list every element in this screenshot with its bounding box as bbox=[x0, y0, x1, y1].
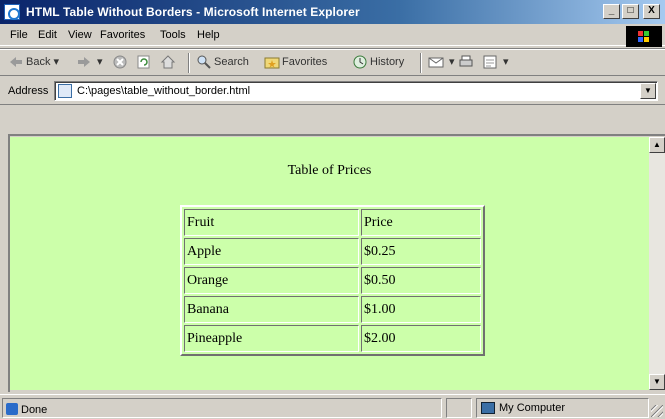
table-cell-fruit: Apple bbox=[184, 238, 359, 265]
page-viewport: Table of Prices Fruit Price Apple $0.25 … bbox=[10, 137, 649, 390]
ie-status-icon bbox=[6, 403, 18, 415]
table-cell-fruit: Banana bbox=[184, 296, 359, 323]
zone-text: My Computer bbox=[499, 402, 566, 414]
status-message-pane: Done bbox=[2, 398, 442, 418]
status-bar: Done My Computer bbox=[0, 394, 665, 419]
edit-icon bbox=[483, 55, 497, 69]
refresh-button[interactable] bbox=[136, 54, 154, 72]
table-header-cell: Fruit bbox=[184, 209, 359, 236]
close-button[interactable]: X bbox=[643, 4, 660, 19]
address-label: Address bbox=[8, 85, 49, 97]
back-label: Back bbox=[26, 55, 51, 68]
address-input[interactable]: C:\pages\table_without_border.html ▼ bbox=[54, 81, 658, 101]
mail-button[interactable]: ▾ bbox=[428, 54, 455, 72]
search-button[interactable]: Search bbox=[196, 54, 249, 72]
address-dropdown-button[interactable]: ▼ bbox=[640, 83, 656, 99]
menu-favorites[interactable]: Favorites bbox=[100, 29, 145, 41]
search-label: Search bbox=[214, 55, 249, 68]
print-button[interactable] bbox=[458, 54, 476, 72]
table-row: Apple $0.25 bbox=[184, 238, 481, 265]
favorites-label: Favorites bbox=[282, 55, 328, 68]
print-icon bbox=[459, 55, 473, 67]
toolbar-separator bbox=[420, 53, 422, 73]
vertical-scrollbar[interactable]: ▲ ▼ bbox=[649, 137, 665, 390]
page-caption: Table of Prices bbox=[287, 163, 372, 178]
ie-icon bbox=[4, 4, 20, 20]
browser-window: HTML Table Without Borders - Microsoft I… bbox=[0, 0, 665, 419]
mail-icon bbox=[428, 57, 444, 68]
home-button[interactable] bbox=[160, 54, 178, 72]
menu-file[interactable]: File bbox=[10, 29, 28, 41]
table-cell-price: $1.00 bbox=[361, 296, 481, 323]
table-row: Orange $0.50 bbox=[184, 267, 481, 294]
back-arrow-icon bbox=[10, 57, 22, 67]
edit-button[interactable]: ▾ bbox=[482, 54, 509, 72]
status-pane-empty bbox=[446, 398, 472, 418]
menu-bar: File Edit View Favorites Tools Help bbox=[0, 26, 665, 46]
window-title: HTML Table Without Borders - Microsoft I… bbox=[26, 5, 360, 19]
table-cell-price: $2.00 bbox=[361, 325, 481, 352]
menu-edit[interactable]: Edit bbox=[38, 29, 57, 41]
search-icon bbox=[197, 55, 211, 69]
favorites-folder-icon bbox=[264, 57, 280, 69]
favorites-button[interactable]: Favorites bbox=[264, 54, 327, 72]
title-bar[interactable]: HTML Table Without Borders - Microsoft I… bbox=[0, 0, 665, 24]
address-bar: Address C:\pages\table_without_border.ht… bbox=[0, 77, 665, 105]
history-button[interactable]: History bbox=[352, 54, 404, 72]
standard-toolbar: Back ▾ ▾ Search Favorites History ▾ ▾ bbox=[0, 48, 665, 76]
table-header-row: Fruit Price bbox=[184, 209, 481, 236]
table-row: Pineapple $2.00 bbox=[184, 325, 481, 352]
forward-button[interactable]: ▾ bbox=[76, 54, 103, 72]
menu-view[interactable]: View bbox=[68, 29, 92, 41]
table-row: Banana $1.00 bbox=[184, 296, 481, 323]
scroll-up-button[interactable]: ▲ bbox=[649, 137, 665, 153]
status-text: Done bbox=[21, 404, 48, 416]
back-button[interactable]: Back ▾ bbox=[8, 54, 59, 72]
price-table: Fruit Price Apple $0.25 Orange $0.50 Ban… bbox=[180, 205, 485, 356]
history-label: History bbox=[370, 55, 405, 68]
scroll-down-button[interactable]: ▼ bbox=[649, 374, 665, 390]
minimize-button[interactable]: _ bbox=[603, 4, 620, 19]
table-cell-price: $0.50 bbox=[361, 267, 481, 294]
menu-help[interactable]: Help bbox=[197, 29, 220, 41]
refresh-icon bbox=[137, 55, 150, 69]
my-computer-icon bbox=[481, 402, 495, 414]
history-icon bbox=[353, 55, 367, 69]
windows-logo-icon bbox=[626, 26, 662, 47]
zone-pane: My Computer bbox=[476, 398, 649, 418]
stop-button[interactable] bbox=[112, 54, 130, 72]
toolbar-separator bbox=[188, 53, 190, 73]
table-cell-fruit: Pineapple bbox=[184, 325, 359, 352]
table-cell-price: $0.25 bbox=[361, 238, 481, 265]
table-header-cell: Price bbox=[361, 209, 481, 236]
stop-icon bbox=[113, 55, 127, 69]
page-icon bbox=[58, 84, 72, 98]
resize-grip[interactable] bbox=[651, 405, 663, 417]
menu-tools[interactable]: Tools bbox=[160, 29, 186, 41]
home-icon bbox=[160, 55, 176, 69]
table-cell-fruit: Orange bbox=[184, 267, 359, 294]
forward-arrow-icon bbox=[78, 57, 90, 67]
maximize-button[interactable]: □ bbox=[622, 4, 639, 19]
address-url[interactable]: C:\pages\table_without_border.html bbox=[77, 85, 250, 97]
